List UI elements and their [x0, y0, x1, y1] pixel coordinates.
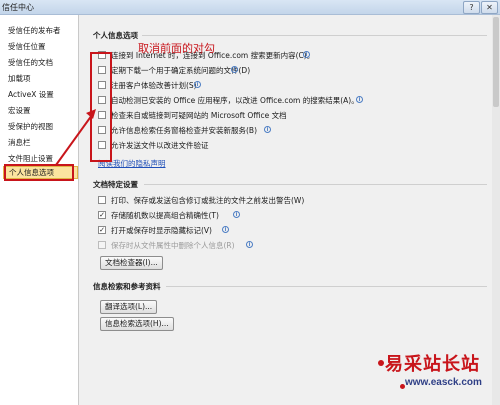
option-checkbox[interactable]: ✓: [98, 226, 106, 234]
option-checkbox[interactable]: ✓: [98, 211, 106, 219]
translation-options-button[interactable]: 翻译选项(L)...: [100, 300, 158, 314]
main-panel: 个人信息选项 连接到 Internet 时，连接到 Office.com 搜索更…: [80, 15, 500, 405]
section-divider: [144, 184, 487, 185]
sidebar-item-macro-settings[interactable]: 宏设置: [8, 105, 31, 116]
option-label: 注册客户体验改善计划(S): [111, 81, 197, 90]
option-label: 存储随机数以提高组合精确性(T): [111, 211, 219, 220]
info-icon: i: [233, 211, 240, 218]
annotation-text: 取消前面的对勾: [138, 42, 215, 55]
info-icon: i: [264, 126, 271, 133]
watermark-text: 易采站长站: [385, 354, 480, 375]
option-label: 检查来自或链接到可疑网站的 Microsoft Office 文档: [111, 111, 287, 120]
option-label: 自动检测已安装的 Office 应用程序，以改进 Office.com 的搜索结…: [111, 96, 359, 105]
annotation-highlight-checkboxes: [90, 52, 112, 162]
title-bar: 信任中心 ? ✕: [0, 0, 500, 15]
sidebar: 受信任的发布者 受信任位置 受信任的文档 加载项 ActiveX 设置 宏设置 …: [0, 15, 79, 405]
scrollbar-thumb[interactable]: [493, 17, 499, 107]
sidebar-item-protected-view[interactable]: 受保护的视图: [8, 121, 53, 132]
watermark-dot: [378, 360, 384, 366]
sidebar-item-trusted-locations[interactable]: 受信任位置: [8, 41, 46, 52]
sidebar-item-trusted-publishers[interactable]: 受信任的发布者: [8, 25, 61, 36]
option-label: 保存时从文件属性中删除个人信息(R): [111, 241, 235, 250]
info-icon: i: [356, 96, 363, 103]
watermark-url: www.easck.com: [405, 377, 482, 388]
info-icon: i: [222, 226, 229, 233]
help-icon[interactable]: ?: [463, 1, 480, 14]
info-icon: i: [303, 51, 310, 58]
section-title-research: 信息检索和参考资料: [93, 282, 161, 291]
research-options-button[interactable]: 信息检索选项(H)...: [100, 317, 174, 331]
section-divider: [166, 286, 487, 287]
option-checkbox-disabled: [98, 241, 106, 249]
vertical-scrollbar[interactable]: [492, 15, 500, 405]
option-label: 允许信息检索任务窗格检查并安装新服务(B): [111, 126, 257, 135]
window-title: 信任中心: [2, 3, 34, 12]
section-divider: [142, 35, 487, 36]
sidebar-item-addins[interactable]: 加载项: [8, 73, 31, 84]
option-label: 打印、保存或发送包含修订或批注的文件之前发出警告(W): [111, 196, 305, 205]
option-label: 打开或保存时显示隐藏标记(V): [111, 226, 212, 235]
info-icon: i: [194, 81, 201, 88]
info-icon: i: [231, 66, 238, 73]
annotation-highlight-sidebar: [4, 164, 74, 181]
option-label: 定期下载一个用于确定系统问题的文件(D): [111, 66, 251, 75]
info-icon: i: [246, 241, 253, 248]
sidebar-item-activex[interactable]: ActiveX 设置: [8, 89, 54, 100]
close-icon[interactable]: ✕: [481, 1, 498, 14]
sidebar-item-trusted-documents[interactable]: 受信任的文档: [8, 57, 53, 68]
section-title-doc-settings: 文档特定设置: [93, 180, 138, 189]
option-checkbox[interactable]: [98, 196, 106, 204]
sidebar-item-file-block[interactable]: 文件阻止设置: [8, 153, 53, 164]
option-label: 允许发送文件以改进文件验证: [111, 141, 209, 150]
sidebar-item-message-bar[interactable]: 消息栏: [8, 137, 31, 148]
section-title-privacy: 个人信息选项: [93, 31, 138, 40]
document-inspector-button[interactable]: 文档检查器(I)...: [100, 256, 163, 270]
